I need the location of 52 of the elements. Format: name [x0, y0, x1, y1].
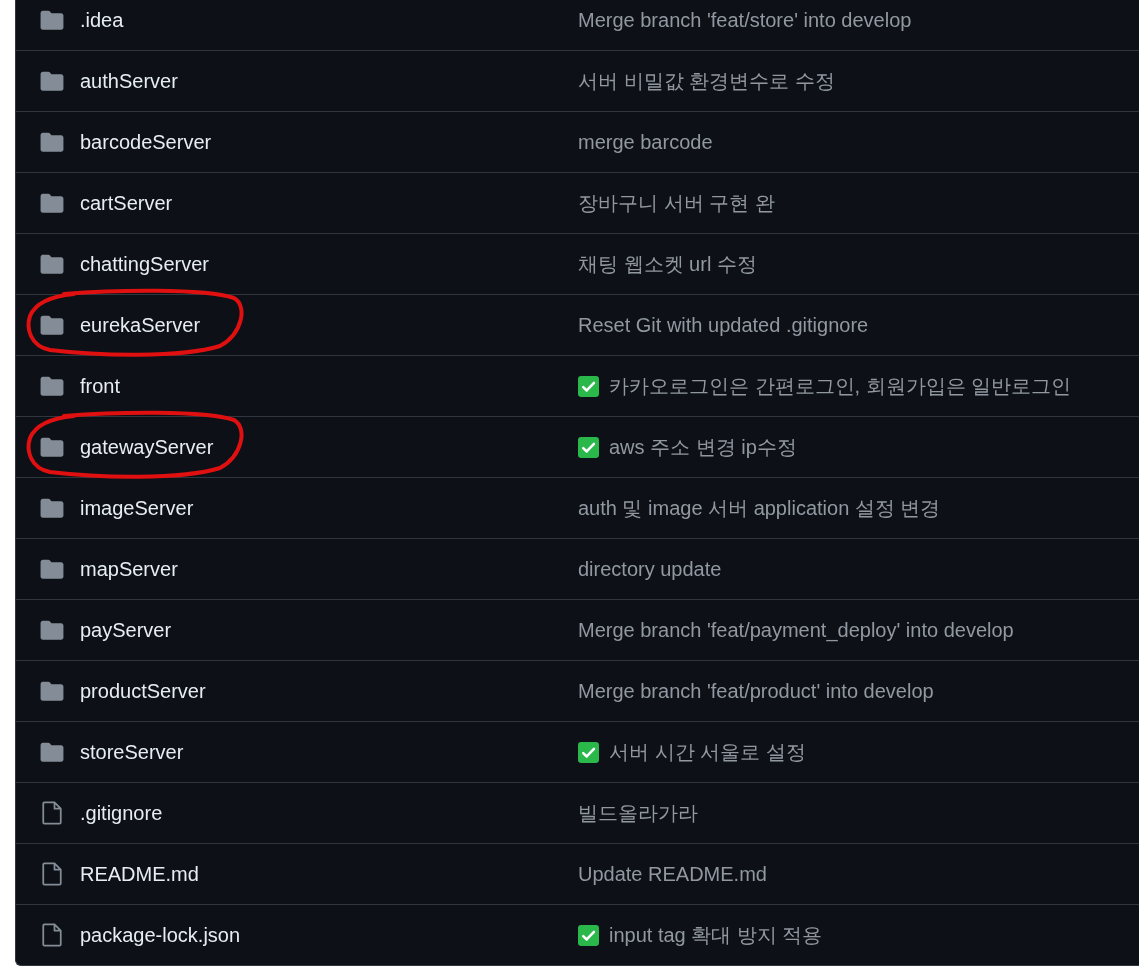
- file-name-link[interactable]: chattingServer: [80, 253, 209, 275]
- commit-message-link[interactable]: 카카오로그인은 간편로그인, 회원가입은 일반로그인: [609, 371, 1072, 401]
- file-name-link[interactable]: front: [80, 375, 121, 397]
- folder-icon: [40, 437, 64, 457]
- commit-message-link[interactable]: directory update: [578, 554, 722, 584]
- file-name-link[interactable]: gatewayServer: [80, 436, 214, 458]
- commit-message-link[interactable]: Merge branch 'feat/product' into develop: [578, 676, 934, 706]
- file-name-link[interactable]: storeServer: [80, 741, 184, 763]
- commit-message-link[interactable]: input tag 확대 방지 적용: [609, 920, 823, 950]
- file-name-link[interactable]: authServer: [80, 70, 178, 92]
- file-icon: [42, 801, 62, 825]
- file-name-link[interactable]: README.md: [80, 863, 199, 885]
- file-icon: [42, 862, 62, 886]
- file-name-link[interactable]: mapServer: [80, 558, 178, 580]
- file-icon: [42, 923, 62, 947]
- folder-icon: [40, 193, 64, 213]
- check-icon: [578, 741, 599, 763]
- commit-message-link[interactable]: Merge branch 'feat/payment_deploy' into develop: [578, 615, 1014, 645]
- commit-message-link[interactable]: 서버 시간 서울로 설정: [609, 737, 806, 767]
- check-icon: [578, 436, 599, 458]
- commit-message-link[interactable]: Reset Git with updated .gitignore: [578, 310, 869, 340]
- file-name-link[interactable]: productServer: [80, 680, 206, 702]
- folder-icon: [40, 681, 64, 701]
- commit-message-link[interactable]: 채팅 웹소켓 url 수정: [578, 249, 757, 279]
- check-icon: [578, 924, 599, 946]
- folder-icon: [40, 498, 64, 518]
- file-name-link[interactable]: .gitignore: [80, 802, 163, 824]
- file-name-link[interactable]: payServer: [80, 619, 172, 641]
- folder-icon: [40, 315, 64, 335]
- folder-icon: [40, 71, 64, 91]
- folder-icon: [40, 9, 64, 30]
- folder-icon: [40, 620, 64, 640]
- check-icon: [578, 375, 599, 397]
- file-name-link[interactable]: package-lock.json: [80, 924, 241, 946]
- commit-message-link[interactable]: Merge branch 'feat/store' into develop: [578, 4, 912, 35]
- commit-message-link[interactable]: Update README.md: [578, 859, 767, 889]
- folder-icon: [40, 132, 64, 152]
- commit-message-link[interactable]: aws 주소 변경 ip수정: [609, 432, 797, 462]
- folder-icon: [40, 254, 64, 274]
- commit-message-link[interactable]: 빌드올라가라: [578, 798, 698, 828]
- file-name-link[interactable]: cartServer: [80, 192, 173, 214]
- commit-message-link[interactable]: 서버 비밀값 환경변수로 수정: [578, 66, 835, 96]
- file-name-link[interactable]: barcodeServer: [80, 131, 212, 153]
- folder-icon: [40, 742, 64, 762]
- folder-icon: [40, 376, 64, 396]
- file-name-link[interactable]: .idea: [80, 8, 124, 31]
- commit-message-link[interactable]: auth 및 image 서버 application 설정 변경: [578, 493, 941, 523]
- folder-icon: [40, 559, 64, 579]
- commit-message-link[interactable]: merge barcode: [578, 127, 713, 157]
- commit-message-link[interactable]: 장바구니 서버 구현 완: [578, 188, 775, 218]
- file-name-link[interactable]: imageServer: [80, 497, 194, 519]
- file-name-link[interactable]: eurekaServer: [80, 314, 201, 336]
